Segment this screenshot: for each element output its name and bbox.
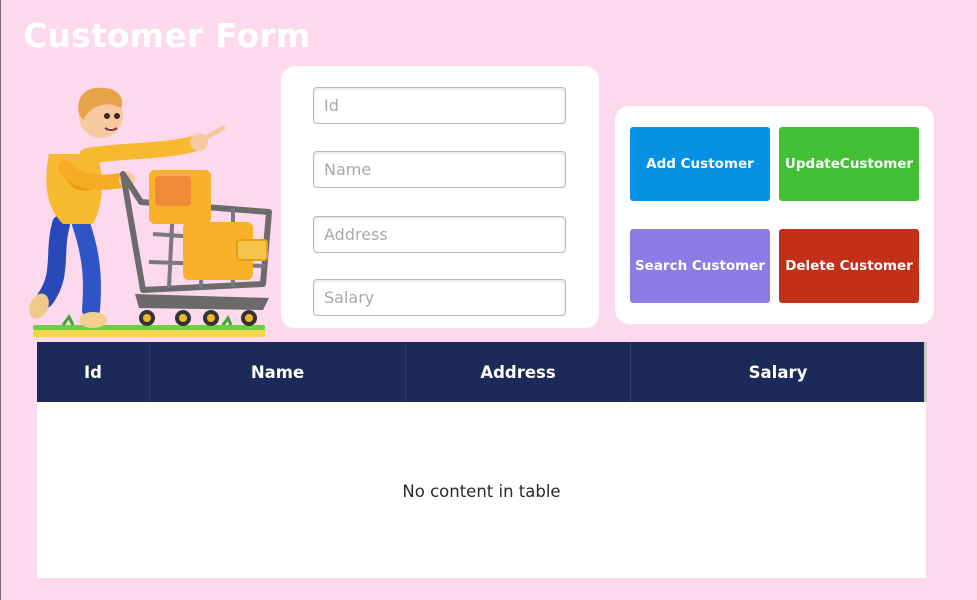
delete-customer-button[interactable]: Delete Customer — [779, 229, 919, 303]
table-body: No content in table — [37, 402, 926, 578]
actions-card: Add Customer UpdateCustomer Search Custo… — [615, 106, 934, 324]
column-header-name[interactable]: Name — [150, 342, 406, 402]
page-title: Customer Form — [23, 16, 311, 55]
name-field[interactable] — [313, 151, 566, 188]
column-header-address[interactable]: Address — [406, 342, 631, 402]
shopping-cart-person-icon — [23, 84, 275, 342]
id-field[interactable] — [313, 87, 566, 124]
add-customer-button[interactable]: Add Customer — [630, 127, 770, 201]
table-header: Id Name Address Salary — [37, 342, 926, 402]
table-header-filler — [924, 342, 927, 402]
salary-field[interactable] — [313, 279, 566, 316]
table-placeholder: No content in table — [402, 482, 561, 501]
address-field[interactable] — [313, 216, 566, 253]
update-customer-button[interactable]: UpdateCustomer — [779, 127, 919, 201]
search-customer-button[interactable]: Search Customer — [630, 229, 770, 303]
customer-table[interactable]: Id Name Address Salary No content in tab… — [37, 342, 926, 578]
column-header-salary[interactable]: Salary — [631, 342, 925, 402]
column-header-id[interactable]: Id — [37, 342, 150, 402]
customer-form-card — [281, 66, 599, 328]
